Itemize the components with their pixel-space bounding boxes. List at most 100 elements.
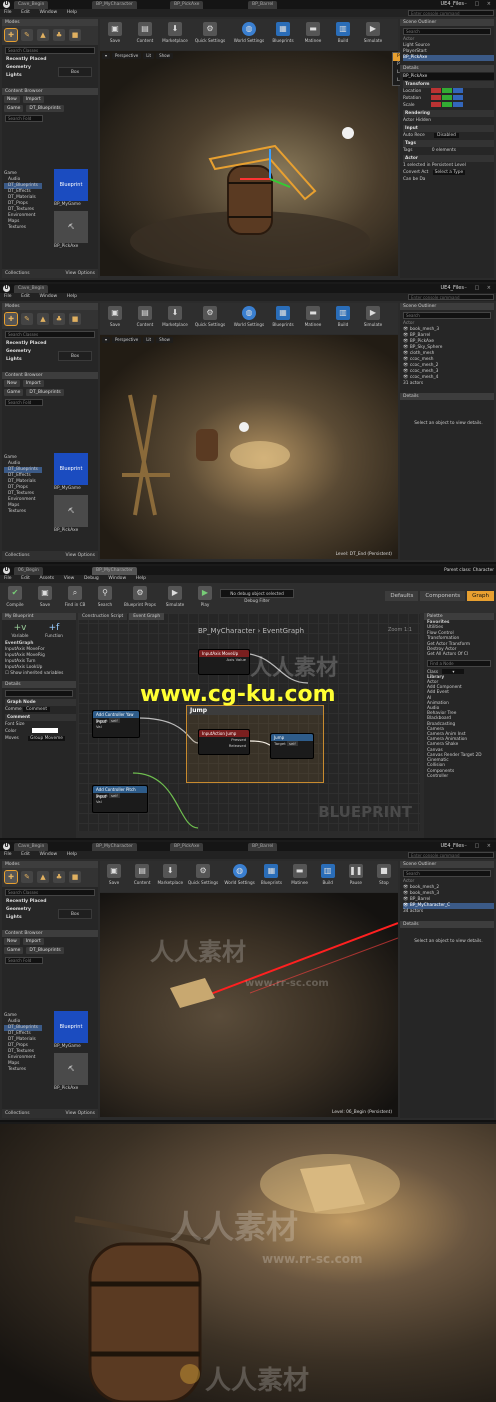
view-options[interactable]: View Options [66, 269, 95, 278]
rendering-section[interactable]: Rendering [403, 110, 494, 117]
menu-edit[interactable]: Edit [17, 575, 34, 583]
tab-bp-mycharacter[interactable]: BP_MyCharacter [92, 1, 137, 9]
tab-level[interactable]: Cave_Begin [14, 843, 49, 851]
menu-view[interactable]: View [60, 575, 79, 583]
console-command-input[interactable]: Enter console command [408, 294, 494, 300]
collections-bar[interactable]: Collections View Options [2, 551, 98, 560]
matinee-button[interactable]: ▬ Matinee [298, 303, 328, 334]
console-command-input[interactable]: Enter console command [408, 852, 494, 858]
import-button[interactable]: Import [22, 380, 44, 387]
font-size-row[interactable]: Font Size [5, 721, 76, 728]
tab-bp-mycharacter[interactable]: BP_MyCharacter [92, 843, 137, 851]
menu-edit[interactable]: Edit [17, 293, 34, 301]
foliage-mode-icon[interactable]: ♣ [53, 871, 65, 883]
val-pin[interactable]: Val [93, 799, 147, 805]
view-options[interactable]: View Options [66, 551, 95, 560]
menu-help[interactable]: Help [132, 575, 150, 583]
view-options[interactable]: View Options [66, 1109, 95, 1118]
transform-section[interactable]: Transform [403, 81, 494, 88]
menu-edit[interactable]: Edit [17, 851, 34, 859]
light-bulb-icon[interactable] [239, 422, 249, 432]
import-button[interactable]: Import [22, 96, 44, 103]
auto-receive-row[interactable]: Auto Rece Disabled [403, 132, 494, 139]
val-pin[interactable]: Val [93, 724, 139, 730]
asset-bp-mygame[interactable]: Blueprint BP_MyGame [54, 169, 88, 207]
find-in-cb-button[interactable]: ⌕ Find in CB [60, 583, 90, 613]
collections-bar[interactable]: Collections View Options [2, 269, 98, 278]
debug-filter[interactable]: No debug object selected Debug Filter [220, 583, 294, 613]
folder-textures[interactable]: Textures [4, 509, 42, 515]
target-pin[interactable]: Target self [271, 741, 313, 747]
path-root[interactable]: Game [4, 389, 24, 396]
menu-help[interactable]: Help [63, 9, 81, 17]
marketplace-button[interactable]: ⬇ Marketplace [156, 861, 184, 892]
geometry-mode-icon[interactable]: ■ [69, 313, 81, 325]
outliner-search-input[interactable]: Search [403, 870, 491, 877]
blueprints-button[interactable]: ▦ Blueprints [268, 303, 298, 334]
new-button[interactable]: New [4, 938, 20, 945]
show-inherited-checkbox[interactable]: ☐ Show inherited variables [5, 671, 76, 677]
blueprints-button[interactable]: ▦ Blueprints [268, 19, 298, 50]
save-button[interactable]: ▣ Save [100, 19, 130, 50]
actor-hidden-row[interactable]: Actor Hidden [403, 117, 494, 124]
menu-edit[interactable]: Edit [17, 9, 34, 17]
comment-input[interactable]: Comment [23, 707, 51, 712]
tab-bp-pickaxe[interactable]: BP_PickAxe [170, 1, 204, 9]
world-settings-button[interactable]: ◍ World Settings [230, 19, 268, 50]
can-be-damaged-row[interactable]: Can be Da [403, 176, 494, 183]
menu-file[interactable]: File [0, 851, 16, 859]
path-root[interactable]: Game [4, 105, 24, 112]
build-button[interactable]: ▥ Build [328, 303, 358, 334]
comment-row[interactable]: Comme Comment [5, 706, 76, 713]
add-variable-button[interactable]: +v Variable [5, 623, 35, 638]
content-button[interactable]: ▤ Content [128, 861, 156, 892]
asset-bp-mygame[interactable]: Blueprint BP_MyGame [54, 1011, 88, 1049]
components-mode-button[interactable]: Components [420, 591, 466, 601]
new-button[interactable]: New [4, 96, 20, 103]
level-viewport[interactable]: Level: 06_Begin (Persistent) [100, 893, 398, 1117]
tab-level[interactable]: Cave_Begin [14, 1, 49, 9]
collections-label[interactable]: Collections [5, 1111, 30, 1116]
world-settings-button[interactable]: ◍ World Settings [230, 303, 268, 334]
comment-section[interactable]: Comment [5, 714, 76, 721]
menu-window[interactable]: Window [104, 575, 130, 583]
compile-button[interactable]: ✔ Compile [0, 583, 30, 613]
save-button[interactable]: ▣ Save [100, 303, 130, 334]
window-controls[interactable]: – □ × [464, 1, 494, 7]
library-item[interactable]: Controller [427, 774, 494, 779]
moves-select[interactable]: Group Moveme [28, 736, 65, 741]
level-viewport[interactable]: ▾ Perspective Lit Show [100, 51, 398, 276]
graph-mode-button[interactable]: Graph [467, 591, 494, 601]
search-classes-input[interactable]: Search Classes [5, 331, 95, 338]
place-mode-icon[interactable]: ✚ [4, 312, 18, 326]
quick-settings-button[interactable]: ⚙ Quick Settings [190, 303, 230, 334]
tab-level[interactable]: Cave_Begin [14, 285, 49, 293]
build-button[interactable]: ▥ Build [328, 19, 358, 50]
search-classes-input[interactable]: Search Classes [5, 47, 95, 54]
location-row[interactable]: Location [403, 88, 494, 95]
place-mode-icon[interactable]: ✚ [4, 28, 18, 42]
landscape-mode-icon[interactable]: ▲ [37, 871, 49, 883]
recently-placed[interactable]: Recently Placed [2, 898, 98, 906]
jump-node[interactable]: Jump Target self [270, 733, 314, 759]
menu-window[interactable]: Window [35, 9, 61, 17]
simulate-button[interactable]: ▶ Simulate [160, 583, 190, 613]
asset-bp-pickaxe[interactable]: ⛏ BP_PickAxe [54, 211, 88, 249]
window-controls[interactable]: – □ × [464, 285, 494, 291]
color-swatch[interactable] [31, 728, 58, 733]
convert-select[interactable]: Select a Type [432, 170, 466, 175]
content-button[interactable]: ▤ Content [130, 19, 160, 50]
input-section[interactable]: Input [403, 125, 494, 132]
blueprints-button[interactable]: ▦ Blueprints [257, 861, 285, 892]
menu-file[interactable]: File [0, 293, 16, 301]
content-button[interactable]: ▤ Content [130, 303, 160, 334]
asset-bp-mygame[interactable]: Blueprint BP_MyGame [54, 453, 88, 491]
search-button[interactable]: ⚲ Search [90, 583, 120, 613]
path-leaf[interactable]: DT_Blueprints [26, 105, 64, 112]
folder-textures[interactable]: Textures [4, 1067, 42, 1073]
import-button[interactable]: Import [22, 938, 44, 945]
input-action-jump-node[interactable]: InputAction Jump Pressed Released [198, 729, 250, 755]
stop-button[interactable]: ■ Stop [370, 861, 398, 892]
new-button[interactable]: New [4, 380, 20, 387]
tags-row[interactable]: Tags 0 elements [403, 147, 494, 154]
